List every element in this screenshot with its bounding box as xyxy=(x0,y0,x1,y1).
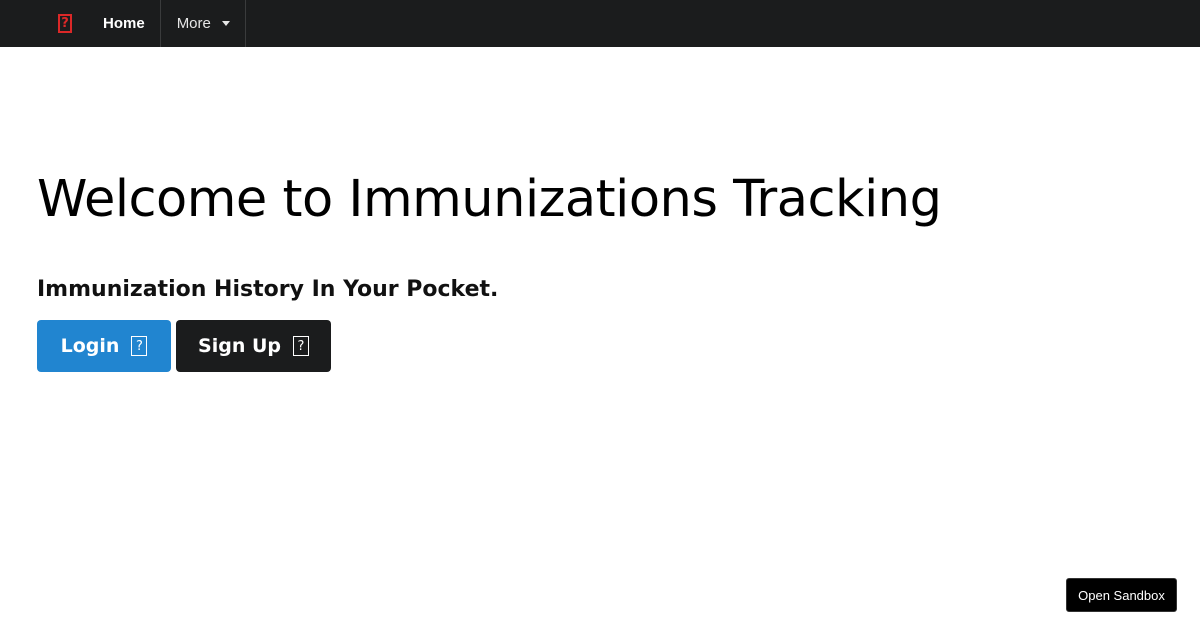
nav-more-dropdown[interactable]: More xyxy=(161,0,246,47)
unknown-glyph-icon: ? xyxy=(58,14,72,33)
login-button[interactable]: Login ? xyxy=(37,320,171,372)
caret-down-icon xyxy=(221,21,230,26)
nav-more-label: More xyxy=(176,15,211,32)
signup-button[interactable]: Sign Up ? xyxy=(176,320,331,372)
login-button-label: Login xyxy=(60,335,120,357)
signup-button-label: Sign Up xyxy=(198,335,281,357)
open-sandbox-button[interactable]: Open Sandbox xyxy=(1066,578,1177,612)
top-navbar: ? Home More xyxy=(0,0,1200,47)
page-subtitle: Immunization History In Your Pocket. xyxy=(37,277,499,302)
unknown-glyph-icon: ? xyxy=(131,336,148,356)
nav-home-label: Home xyxy=(103,15,145,32)
page-title: Welcome to Immunizations Tracking xyxy=(37,170,942,229)
hero-actions: Login ? Sign Up ? xyxy=(37,320,331,372)
nav-home[interactable]: Home xyxy=(96,0,161,47)
unknown-glyph-icon: ? xyxy=(292,336,309,356)
logo[interactable]: ? xyxy=(34,0,96,47)
